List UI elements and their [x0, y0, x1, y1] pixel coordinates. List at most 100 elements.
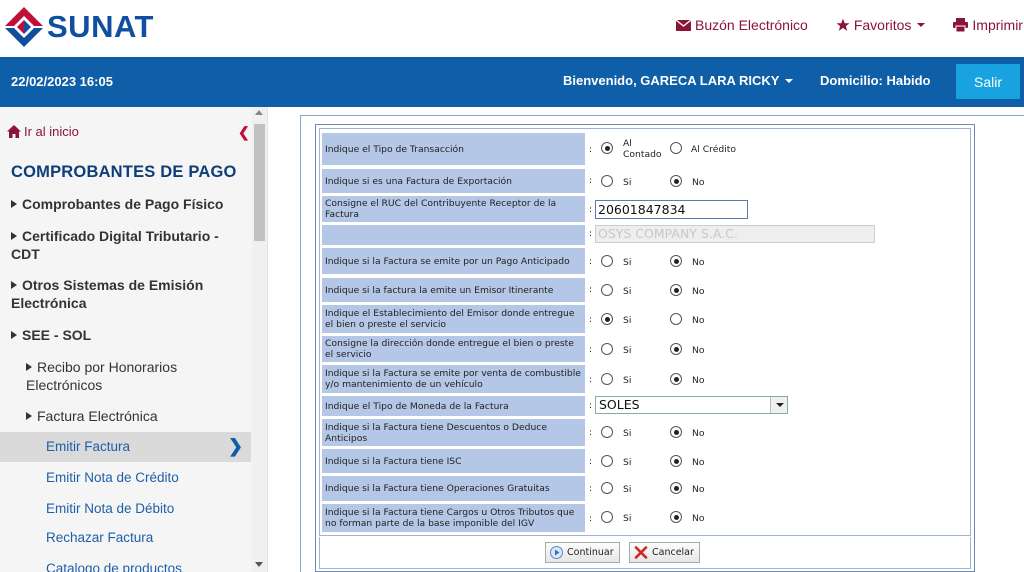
colon: : [589, 205, 593, 215]
radio-gratuitas-si[interactable] [601, 482, 613, 494]
radio-establecimiento-no[interactable] [670, 313, 682, 325]
cancel-button[interactable]: Cancelar [629, 542, 700, 563]
close-icon [634, 546, 648, 559]
radio-cargos-si[interactable] [601, 511, 613, 523]
sidebar-item-emitir-nota-debito[interactable]: Emitir Nota de Débito [46, 501, 174, 516]
colon: : [589, 229, 593, 239]
scroll-down-icon[interactable] [255, 562, 263, 567]
sidebar-scrollbar[interactable] [252, 107, 267, 572]
colon: : [589, 315, 593, 325]
radio-descuentos-no[interactable] [670, 426, 682, 438]
sub-item-label: Recibo por Honorarios Electrónicos [26, 359, 178, 393]
radio-itinerante-no[interactable] [670, 284, 682, 296]
option-si: Si [623, 484, 632, 495]
radio-combustible-no[interactable] [670, 373, 682, 385]
radio-descuentos-si[interactable] [601, 426, 613, 438]
radio-exportacion-no[interactable] [670, 175, 682, 187]
radio-al-contado[interactable] [601, 142, 613, 154]
chevron-down-icon [917, 23, 926, 27]
envelope-icon [676, 19, 691, 31]
label-pago-anticipado: Indique si la Factura se emite por un Pa… [322, 248, 585, 274]
label-exportacion: Indique si es una Factura de Exportación [322, 169, 585, 193]
radio-al-credito[interactable] [670, 142, 682, 154]
triangle-right-icon [11, 232, 17, 240]
home-icon [7, 125, 21, 138]
triangle-right-icon [11, 281, 17, 289]
sidebar-item-emitir-factura[interactable]: Emitir Factura ❯ [0, 432, 251, 462]
triangle-right-icon [26, 412, 32, 420]
colon: : [589, 428, 593, 438]
menu-item-comprobantes-fisico[interactable]: Comprobantes de Pago Físico [11, 195, 247, 213]
label-tipo-moneda: Indique el Tipo de Moneda de la Factura [322, 396, 585, 416]
continue-button[interactable]: Continuar [545, 542, 620, 563]
option-si: Si [623, 257, 632, 268]
menu-item-cdt[interactable]: Certificado Digital Tributario - CDT [11, 227, 247, 263]
sunat-logo[interactable]: SUNAT [5, 5, 154, 49]
menu-item-label: Comprobantes de Pago Físico [22, 196, 224, 212]
radio-direccion-si[interactable] [601, 343, 613, 355]
radio-combustible-si[interactable] [601, 373, 613, 385]
option-si: Si [623, 286, 632, 297]
label-isc: Indique si la Factura tiene ISC [322, 449, 585, 473]
leaf-label: Emitir Factura [46, 439, 131, 454]
radio-anticipado-si[interactable] [601, 255, 613, 267]
dropdown-arrow-icon[interactable] [770, 397, 787, 413]
option-no: No [692, 375, 705, 386]
cancel-label: Cancelar [652, 547, 694, 558]
app-window: SUNAT Buzón Electrónico Favoritos Imprim… [0, 0, 1024, 572]
home-link[interactable]: Ir al inicio [7, 124, 79, 139]
ruc-input[interactable] [595, 200, 748, 219]
radio-itinerante-si[interactable] [601, 284, 613, 296]
radio-gratuitas-no[interactable] [670, 482, 682, 494]
sidebar-item-catalogo-productos[interactable]: Catalogo de productos [46, 561, 182, 572]
moneda-select[interactable]: SOLES [595, 396, 788, 414]
scroll-thumb[interactable] [254, 124, 265, 241]
triangle-right-icon [26, 363, 32, 371]
menu-item-label: Certificado Digital Tributario - CDT [11, 228, 219, 262]
imprimir-label: Imprimir [972, 17, 1023, 33]
logout-button[interactable]: Salir [956, 64, 1020, 99]
radio-direccion-no[interactable] [670, 343, 682, 355]
colon: : [589, 176, 593, 186]
razon-social-field: OSYS COMPANY S.A.C. [595, 225, 875, 243]
label-emisor-itinerante: Indique si la factura la emite un Emisor… [322, 278, 585, 302]
sub-item-recibo-honorarios[interactable]: Recibo por Honorarios Electrónicos [26, 358, 246, 394]
option-si: Si [623, 513, 632, 524]
menu-item-label: SEE - SOL [22, 327, 92, 343]
label-razon-social-empty [322, 225, 585, 245]
radio-exportacion-si[interactable] [601, 175, 613, 187]
continue-label: Continuar [567, 547, 614, 558]
favoritos-link[interactable]: Favoritos [836, 17, 926, 33]
colon: : [589, 285, 593, 295]
buzon-link[interactable]: Buzón Electrónico [676, 17, 808, 33]
colon: : [589, 375, 593, 385]
radio-anticipado-no[interactable] [670, 255, 682, 267]
radio-isc-no[interactable] [670, 455, 682, 467]
menu-item-otros-sistemas[interactable]: Otros Sistemas de Emisión Electrónica [11, 276, 247, 312]
option-si: Si [623, 315, 632, 326]
scroll-up-icon[interactable] [255, 110, 263, 115]
option-no: No [692, 257, 705, 268]
imprimir-link[interactable]: Imprimir [953, 17, 1023, 33]
sunat-logo-icon [5, 7, 43, 47]
session-datetime: 22/02/2023 16:05 [11, 74, 113, 89]
sidebar-item-emitir-nota-credito[interactable]: Emitir Nota de Crédito [46, 470, 179, 485]
radio-isc-si[interactable] [601, 455, 613, 467]
option-al-credito: Al Crédito [691, 144, 737, 155]
moneda-selected-value: SOLES [599, 397, 640, 412]
radio-cargos-no[interactable] [670, 511, 682, 523]
colon: : [589, 401, 593, 411]
collapse-sidebar-icon[interactable]: ❮ [238, 124, 250, 141]
radio-establecimiento-si[interactable] [601, 313, 613, 325]
menu-item-see-sol[interactable]: SEE - SOL [11, 326, 247, 344]
triangle-right-icon [11, 200, 17, 208]
option-no: No [692, 315, 705, 326]
sub-item-factura-electronica[interactable]: Factura Electrónica [26, 407, 246, 425]
user-bar: 22/02/2023 16:05 Bienvenido, GARECA LARA… [0, 57, 1024, 107]
option-no: No [692, 428, 705, 439]
label-tipo-transaccion: Indique el Tipo de Transacción [322, 133, 585, 165]
colon: : [589, 457, 593, 467]
user-menu[interactable]: Bienvenido, GARECA LARA RICKY [563, 73, 794, 88]
sidebar-item-rechazar-factura[interactable]: Rechazar Factura [46, 530, 153, 545]
option-no: No [692, 345, 705, 356]
